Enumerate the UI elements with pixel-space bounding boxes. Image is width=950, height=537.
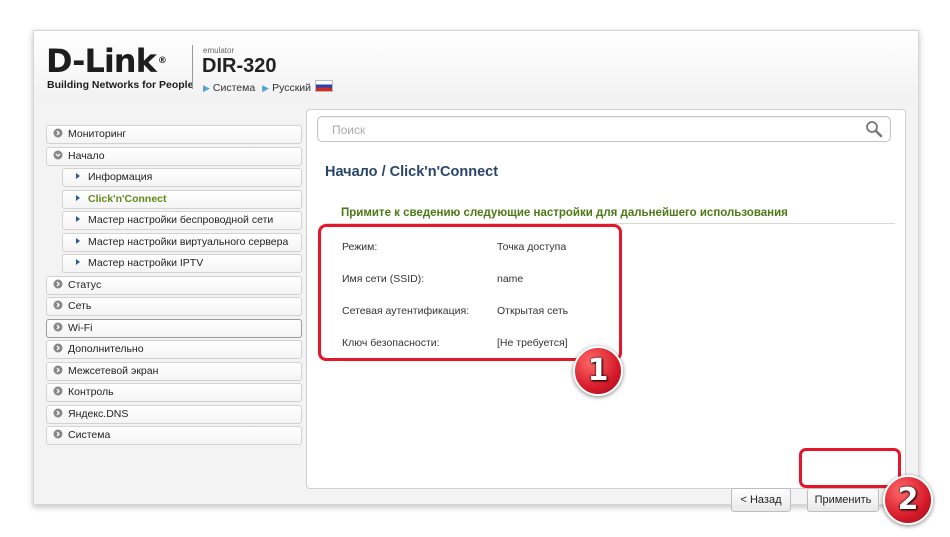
sidebar-item-yandex-dns[interactable]: Яндекс.DNS xyxy=(46,404,302,424)
emulator-label: emulator xyxy=(203,46,235,55)
chevron-right-circle-icon xyxy=(53,429,63,439)
triangle-right-icon xyxy=(76,216,80,222)
step-badge-2: 2 xyxy=(883,475,933,525)
chevron-right-circle-icon xyxy=(53,386,63,396)
sidebar-item-info[interactable]: Информация xyxy=(62,168,302,187)
chevron-right-circle-icon xyxy=(53,322,63,331)
sidebar-item-control[interactable]: Контроль xyxy=(46,383,302,402)
sidebar-item-system[interactable]: Система xyxy=(46,426,302,445)
dlink-logo: D-Link ® xyxy=(46,42,167,80)
triangle-right-icon xyxy=(76,194,80,201)
sidebar-item-monitoring[interactable]: Мониторинг xyxy=(46,125,302,144)
header: D-Link ® Building Networks for People emu… xyxy=(34,31,918,103)
settings-highlight-frame xyxy=(318,224,622,361)
apply-button[interactable]: Применить xyxy=(807,488,879,512)
header-links: ▶ Система ▶ Русский xyxy=(203,80,334,94)
system-link[interactable]: Система xyxy=(213,82,255,94)
search-input[interactable] xyxy=(330,118,854,142)
chevron-right-circle-icon xyxy=(53,300,63,310)
language-link[interactable]: Русский xyxy=(272,82,311,94)
chevron-right-circle-icon xyxy=(53,408,63,417)
chevron-down-circle-icon xyxy=(53,150,63,159)
sidebar-item-advanced[interactable]: Дополнительно xyxy=(46,340,302,359)
tagline: Building Networks for People xyxy=(47,79,194,91)
sidebar-item-status[interactable]: Статус xyxy=(46,275,302,295)
triangle-right-icon xyxy=(76,259,80,265)
sidebar-item-wireless-wizard[interactable]: Мастер настройки беспроводной сети xyxy=(62,211,302,230)
back-button[interactable]: < Назад xyxy=(731,488,791,512)
apply-highlight-frame xyxy=(799,448,901,488)
chevron-right-circle-icon xyxy=(53,343,63,353)
sidebar-menu: Мониторинг Начало Информация Click'n'Con… xyxy=(46,125,302,448)
triangle-right-icon xyxy=(76,237,80,244)
page-title: Начало / Click'n'Connect xyxy=(325,164,499,180)
arrow-right-icon: ▶ xyxy=(262,83,270,93)
step-badge-1: 1 xyxy=(573,346,623,396)
header-divider xyxy=(192,45,193,89)
sidebar-item-iptv-wizard[interactable]: Мастер настройки IPTV xyxy=(62,254,302,273)
sidebar-item-network[interactable]: Сеть xyxy=(46,297,302,316)
sidebar-item-clickn-connect[interactable]: Click'n'Connect xyxy=(62,189,302,209)
russian-flag-icon xyxy=(315,80,334,92)
search-box xyxy=(317,116,891,142)
section-title: Примите к сведению следующие настройки д… xyxy=(341,207,788,219)
triangle-right-icon xyxy=(76,173,80,179)
sidebar-item-virtual-server-wizard[interactable]: Мастер настройки виртуального сервера xyxy=(62,232,302,252)
arrow-right-icon: ▶ xyxy=(203,83,210,93)
chevron-right-circle-icon xyxy=(53,128,63,138)
sidebar-item-firewall[interactable]: Межсетевой экран xyxy=(46,361,302,381)
chevron-right-circle-icon xyxy=(53,365,63,374)
search-icon[interactable] xyxy=(864,119,884,139)
chevron-right-circle-icon xyxy=(53,279,63,288)
sidebar-item-wifi[interactable]: Wi-Fi xyxy=(46,318,302,338)
model-name: DIR-320 xyxy=(202,55,277,77)
sidebar-item-start[interactable]: Начало xyxy=(46,146,302,166)
